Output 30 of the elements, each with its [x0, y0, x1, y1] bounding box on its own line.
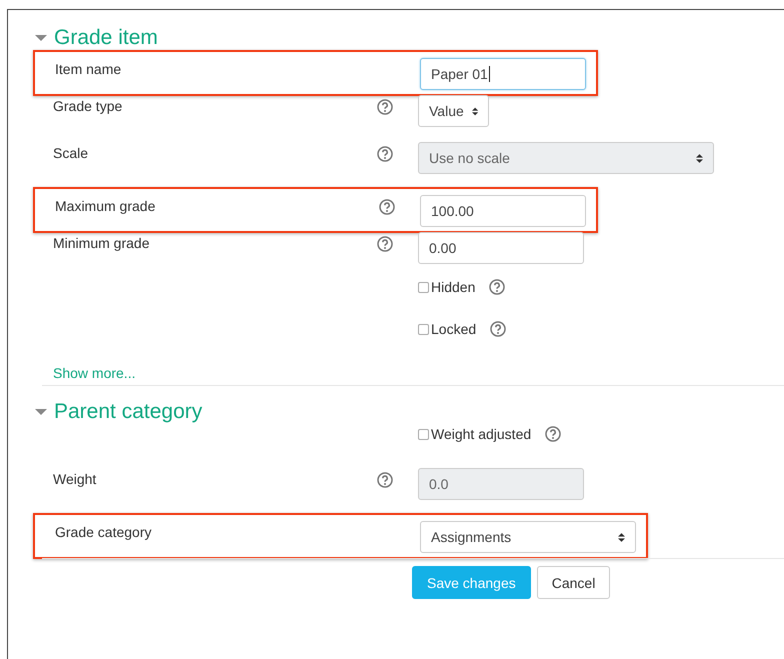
help-icon[interactable] — [545, 426, 562, 442]
checkbox-label: Weight adjusted — [431, 426, 532, 442]
input-field[interactable]: Paper 01 — [420, 58, 586, 90]
field-label: Item name — [55, 61, 122, 77]
up-down-caret-icon — [618, 532, 625, 542]
field-label: Weight — [53, 471, 96, 487]
collapse-triangle-icon[interactable] — [35, 34, 47, 42]
cancel-button[interactable]: Cancel — [536, 566, 610, 599]
help-icon[interactable] — [489, 279, 506, 295]
input-field[interactable]: 100.00 — [420, 195, 586, 227]
checkbox[interactable] — [418, 324, 429, 334]
dropdown[interactable]: Assignments — [420, 521, 636, 553]
help-icon[interactable] — [377, 236, 393, 252]
checkbox-label: Hidden — [431, 279, 476, 295]
field-label: Scale — [53, 145, 88, 161]
checkbox[interactable] — [418, 282, 429, 292]
field-label: Grade category — [55, 524, 152, 540]
up-down-caret-icon — [472, 106, 478, 116]
help-icon[interactable] — [379, 199, 395, 215]
checkbox[interactable] — [418, 428, 429, 440]
dropdown[interactable]: Value — [418, 95, 489, 127]
up-down-caret-icon — [696, 152, 703, 164]
help-icon[interactable] — [490, 321, 506, 337]
checkbox-label: Locked — [431, 321, 476, 337]
field-label: Grade type — [53, 98, 122, 114]
field-label: Minimum grade — [53, 235, 150, 251]
field-label: Maximum grade — [55, 198, 156, 214]
input-field[interactable]: 0.00 — [418, 232, 584, 264]
collapse-triangle-icon[interactable] — [35, 408, 47, 416]
help-icon[interactable] — [377, 99, 393, 115]
